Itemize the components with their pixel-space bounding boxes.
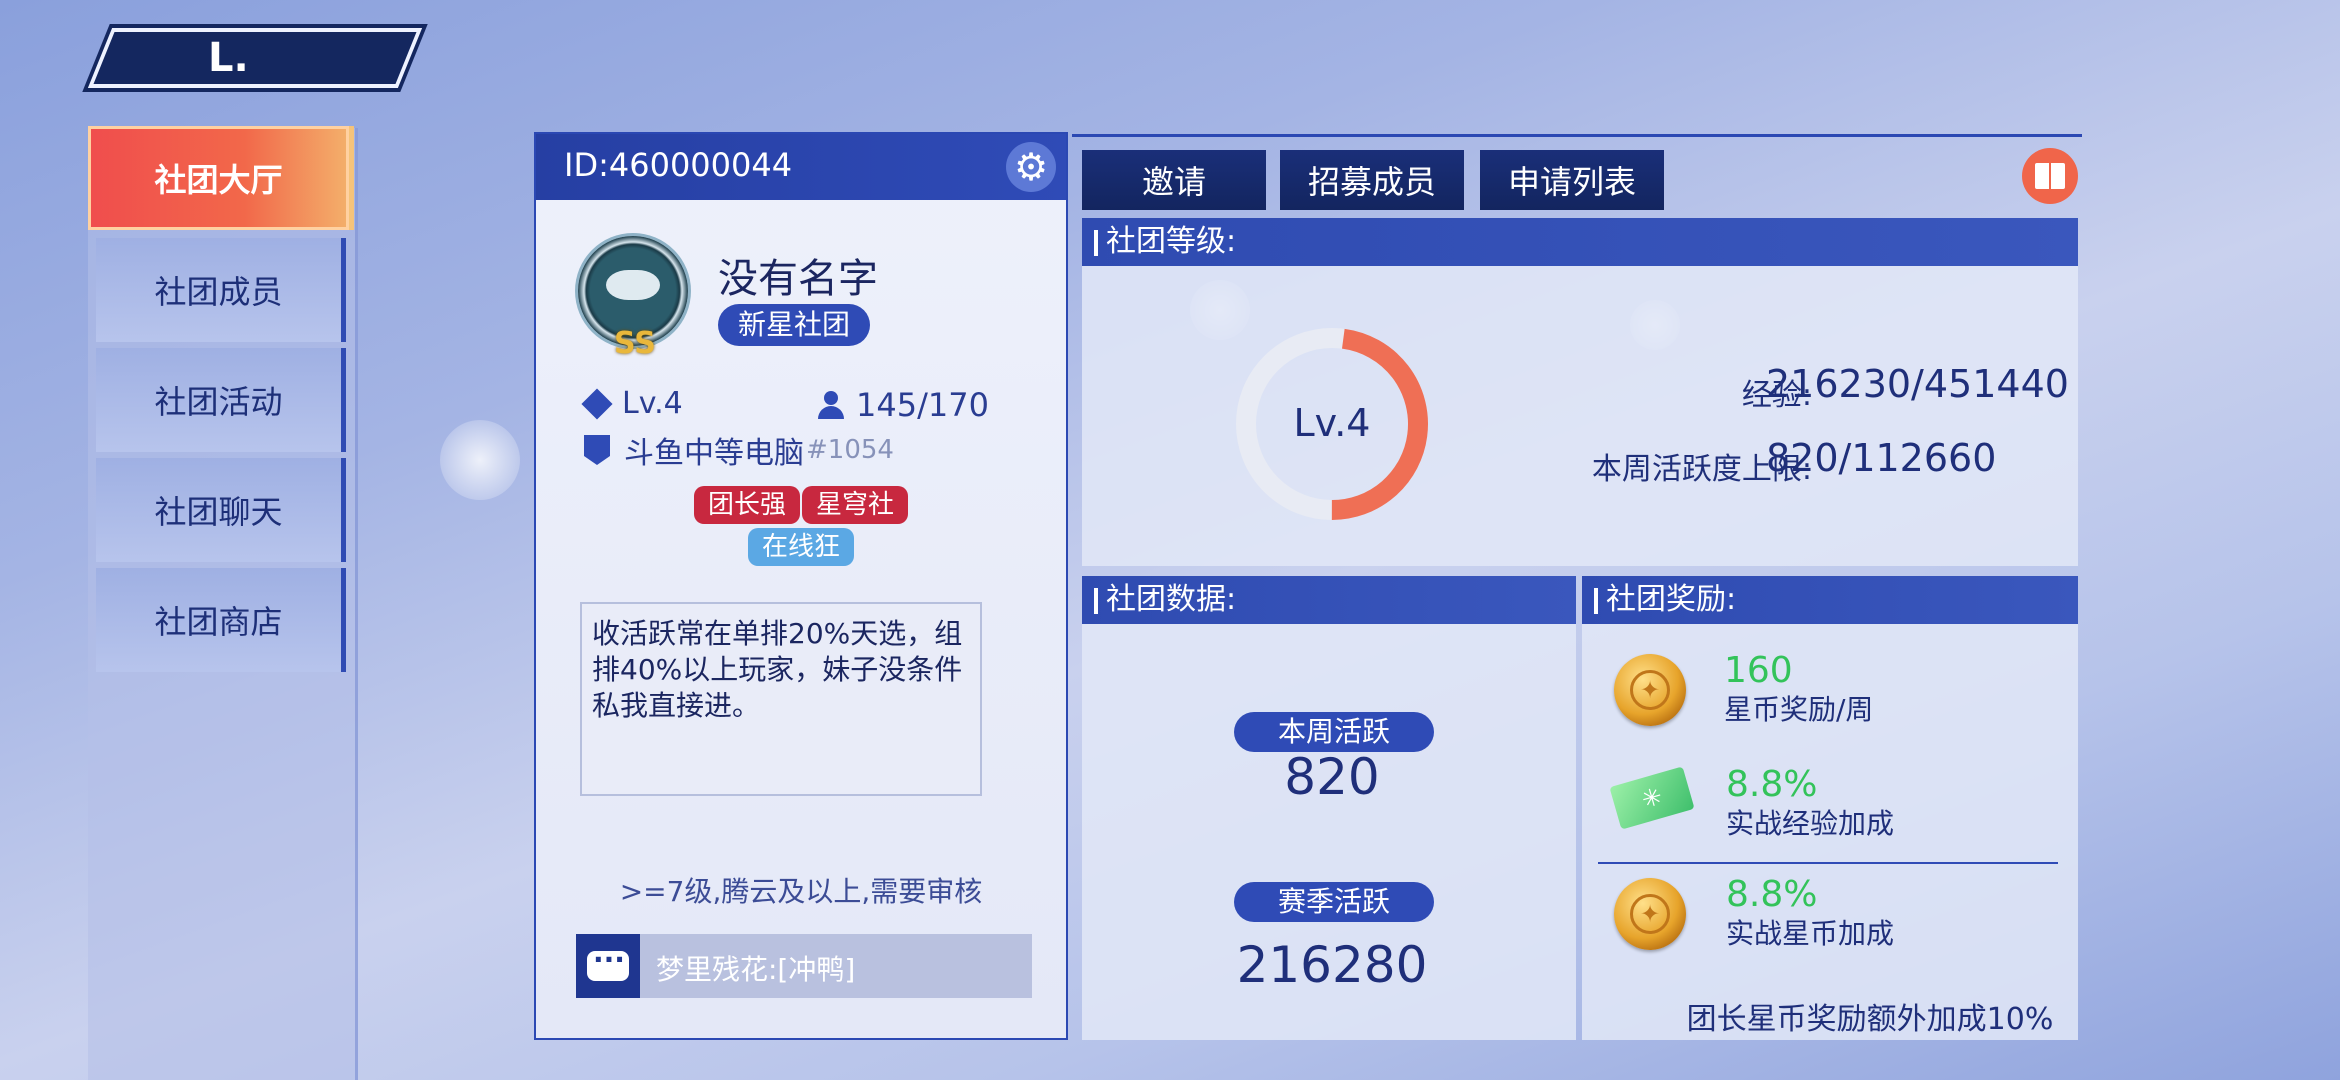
club-tag: 团长强 — [693, 486, 800, 524]
reward-divider — [1598, 862, 2058, 864]
recruit-button[interactable]: 招募成员 — [1280, 150, 1464, 210]
tab-club-members[interactable]: 社团成员 — [96, 238, 346, 342]
club-type-badge: 新星社团 — [718, 304, 871, 346]
star-coin-icon: ✦ — [1614, 878, 1686, 950]
chat-preview-bar[interactable]: 梦里残花:[冲鸭] — [576, 934, 1032, 998]
server-name: 斗鱼中等电脑 — [624, 436, 804, 471]
club-tag: 在线狂 — [747, 528, 854, 566]
back-button[interactable]: L. — [87, 28, 423, 88]
card-header: ID:460000044 ⚙ — [536, 134, 1066, 200]
leader-bonus-note: 团长星币奖励额外加成10% — [1686, 1002, 2054, 1037]
club-level-section: 社团等级: Lv.4 经验: 216230/451440 本周活跃度上限: 82… — [1082, 218, 2078, 566]
reward-value: 8.8% — [1726, 874, 1818, 915]
reward-value: 160 — [1724, 650, 1793, 691]
tab-club-chat[interactable]: 社团聊天 — [96, 458, 346, 562]
club-reward-section: 社团奖励: ✦ 160 星币奖励/周 ✳ 8.8% 实战经验加成 ✦ 8.8% … — [1582, 576, 2078, 1040]
exp-value: 216230/451440 — [1766, 362, 2069, 406]
level-progress-ring: Lv.4 — [1236, 328, 1428, 520]
club-level-value: Lv.4 — [622, 386, 683, 421]
club-data-section: 社团数据: 本周活跃 820 赛季活跃 216280 — [1082, 576, 1576, 1040]
person-icon — [816, 391, 846, 419]
server-id: #1054 — [806, 435, 894, 465]
reward-label: 实战经验加成 — [1726, 807, 1895, 840]
chat-bubble-icon — [576, 934, 640, 998]
reward-value: 8.8% — [1726, 764, 1818, 805]
reward-label: 星币奖励/周 — [1724, 693, 1874, 726]
guide-book-icon[interactable] — [2022, 148, 2078, 204]
club-tags: 团长强 星穹社 — [536, 486, 1066, 524]
top-divider — [1072, 134, 2082, 137]
shield-icon — [584, 435, 610, 465]
tab-club-shop[interactable]: 社团商店 — [96, 568, 346, 672]
season-activity-label: 赛季活跃 — [1234, 882, 1434, 922]
weekly-cap-value: 820/112660 — [1766, 436, 1997, 480]
back-button-label: L. — [208, 35, 249, 81]
invite-button[interactable]: 邀请 — [1082, 150, 1266, 210]
ring-level-label: Lv.4 — [1294, 401, 1371, 445]
club-name: 没有名字 — [718, 256, 878, 302]
member-count: 145/170 — [816, 386, 989, 424]
section-title: 社团奖励: — [1582, 576, 2078, 624]
airship-icon — [606, 270, 660, 300]
emblem-rank: SS — [614, 326, 656, 361]
server-info: 斗鱼中等电脑 #1054 — [584, 428, 894, 472]
settings-gear-icon[interactable]: ⚙ — [1006, 142, 1056, 192]
tab-club-activities[interactable]: 社团活动 — [96, 348, 346, 452]
member-count-value: 145/170 — [856, 386, 989, 424]
applications-button[interactable]: 申请列表 — [1480, 150, 1664, 210]
exp-ticket-icon: ✳ — [1609, 766, 1695, 830]
reward-label: 实战星币加成 — [1726, 917, 1895, 950]
chat-preview-text: 梦里残花:[冲鸭] — [656, 953, 856, 986]
club-level: Lv.4 — [581, 386, 683, 421]
weekly-activity-value: 820 — [1284, 748, 1380, 806]
club-tags-row2: 在线狂 — [536, 528, 1066, 566]
star-coin-icon: ✦ — [1614, 654, 1686, 726]
section-title: 社团数据: — [1082, 576, 1576, 624]
weekly-activity-label: 本周活跃 — [1234, 712, 1434, 752]
club-emblem: SS — [578, 236, 688, 361]
level-diamond-icon — [581, 387, 613, 420]
tab-club-hall[interactable]: 社团大厅 — [88, 126, 354, 230]
section-title: 社团等级: — [1082, 218, 2078, 266]
join-requirement: >=7级,腾云及以上,需要审核 — [619, 875, 983, 908]
club-description: 收活跃常在单排20%天选，组排40%以上玩家，妹子没条件私我直接进。 — [580, 602, 982, 796]
season-activity-value: 216280 — [1236, 936, 1428, 994]
background-glow — [440, 420, 520, 500]
club-profile-card: ID:460000044 ⚙ SS 没有名字 新星社团 Lv.4 145/170… — [534, 132, 1068, 1040]
weekly-cap-label: 本周活跃度上限: — [1591, 452, 1812, 487]
club-id: ID:460000044 — [564, 146, 793, 184]
club-tag: 星穹社 — [802, 486, 909, 524]
